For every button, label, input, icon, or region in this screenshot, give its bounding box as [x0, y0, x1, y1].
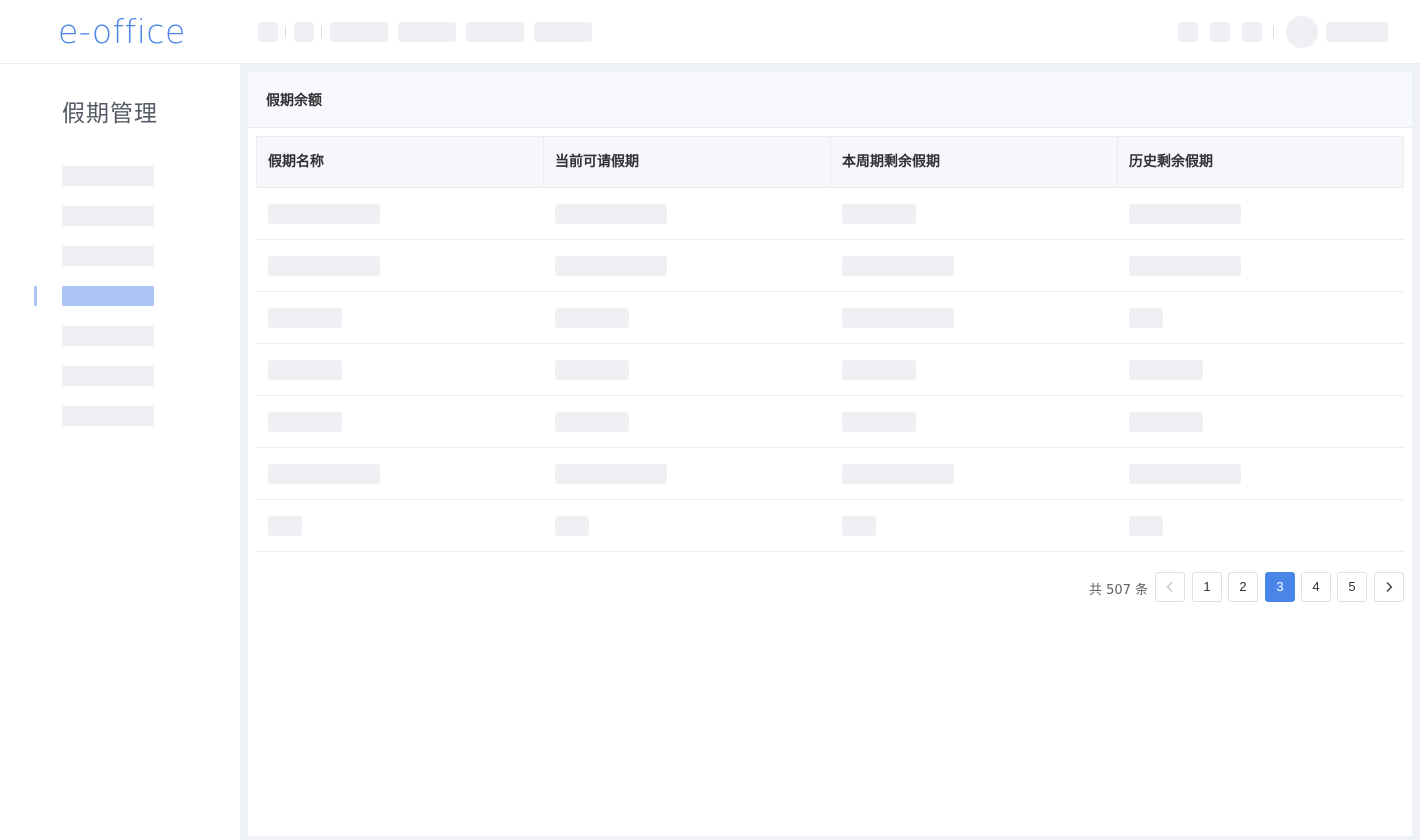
- table-row[interactable]: [256, 448, 1404, 500]
- top-header: e-office: [0, 0, 1420, 64]
- nav-tab-placeholder[interactable]: [398, 22, 456, 42]
- page-button-1[interactable]: 1: [1192, 572, 1222, 602]
- cell-placeholder: [555, 412, 629, 432]
- header-icon-placeholder[interactable]: [1178, 22, 1198, 42]
- page-button-3-current[interactable]: 3: [1265, 572, 1295, 602]
- cell-placeholder: [555, 464, 667, 484]
- chevron-right-icon: [1386, 582, 1393, 592]
- nav-tab-placeholder[interactable]: [330, 22, 388, 42]
- page-button-5[interactable]: 5: [1337, 572, 1367, 602]
- app-logo[interactable]: e-office: [58, 12, 186, 52]
- next-page-button[interactable]: [1374, 572, 1404, 602]
- cell-placeholder: [842, 360, 916, 380]
- cell-placeholder: [555, 256, 667, 276]
- nav-icon-placeholder[interactable]: [294, 22, 314, 42]
- sidebar-item-active[interactable]: [62, 286, 154, 306]
- leave-balance-table: 假期名称 当前可请假期 本周期剩余假期 历史剩余假期: [256, 136, 1404, 552]
- sidebar-active-marker: [34, 286, 37, 306]
- table-row[interactable]: [256, 292, 1404, 344]
- cell-placeholder: [268, 516, 302, 536]
- prev-page-button[interactable]: [1155, 572, 1185, 602]
- table-row[interactable]: [256, 240, 1404, 292]
- cell-placeholder: [842, 412, 916, 432]
- nav-icon-placeholder[interactable]: [258, 22, 278, 42]
- avatar[interactable]: [1286, 16, 1318, 48]
- header-divider: [1273, 26, 1274, 38]
- sidebar-item[interactable]: [62, 366, 154, 386]
- sidebar-item[interactable]: [62, 246, 154, 266]
- cell-placeholder: [1129, 256, 1241, 276]
- column-header-current-available[interactable]: 当前可请假期: [544, 137, 831, 187]
- cell-placeholder: [842, 256, 954, 276]
- nav-divider: [285, 26, 286, 38]
- header-icon-placeholder[interactable]: [1242, 22, 1262, 42]
- cell-placeholder: [555, 204, 667, 224]
- cell-placeholder: [268, 360, 342, 380]
- table-header: 假期名称 当前可请假期 本周期剩余假期 历史剩余假期: [256, 136, 1404, 188]
- cell-placeholder: [268, 256, 380, 276]
- cell-placeholder: [1129, 412, 1203, 432]
- table-row[interactable]: [256, 188, 1404, 240]
- nav-tab-placeholder[interactable]: [466, 22, 524, 42]
- cell-placeholder: [555, 360, 629, 380]
- sidebar-item[interactable]: [62, 406, 154, 426]
- nav-divider: [321, 26, 322, 38]
- page-button-4[interactable]: 4: [1301, 572, 1331, 602]
- header-icon-placeholder[interactable]: [1210, 22, 1230, 42]
- panel-title: 假期余额: [266, 93, 322, 109]
- table-row[interactable]: [256, 344, 1404, 396]
- username-placeholder[interactable]: [1326, 22, 1388, 42]
- pagination: 共 507 条 1 2 3 4 5: [248, 572, 1412, 602]
- cell-placeholder: [1129, 204, 1241, 224]
- column-header-leave-name[interactable]: 假期名称: [257, 137, 544, 187]
- cell-placeholder: [268, 204, 380, 224]
- cell-placeholder: [268, 412, 342, 432]
- cell-placeholder: [555, 308, 629, 328]
- chevron-left-icon: [1166, 582, 1173, 592]
- nav-tab-placeholder[interactable]: [534, 22, 592, 42]
- page-button-2[interactable]: 2: [1228, 572, 1258, 602]
- cell-placeholder: [1129, 360, 1203, 380]
- column-header-cycle-remaining[interactable]: 本周期剩余假期: [831, 137, 1118, 187]
- cell-placeholder: [842, 308, 954, 328]
- sidebar-item[interactable]: [62, 326, 154, 346]
- cell-placeholder: [842, 204, 916, 224]
- main-panel: 假期余额 假期名称 当前可请假期 本周期剩余假期 历史剩余假期 共 507 条 …: [248, 72, 1412, 836]
- sidebar-item[interactable]: [62, 206, 154, 226]
- table-row[interactable]: [256, 500, 1404, 552]
- cell-placeholder: [1129, 516, 1163, 536]
- sidebar-title: 假期管理: [62, 101, 158, 127]
- sidebar: 假期管理: [0, 64, 240, 840]
- cell-placeholder: [842, 464, 954, 484]
- panel-header: 假期余额: [248, 72, 1412, 128]
- total-count: 共 507 条: [1089, 583, 1149, 598]
- column-header-history-remaining[interactable]: 历史剩余假期: [1118, 137, 1404, 187]
- sidebar-item[interactable]: [62, 166, 154, 186]
- cell-placeholder: [842, 516, 876, 536]
- cell-placeholder: [268, 308, 342, 328]
- cell-placeholder: [555, 516, 589, 536]
- cell-placeholder: [1129, 308, 1163, 328]
- table-row[interactable]: [256, 396, 1404, 448]
- cell-placeholder: [268, 464, 380, 484]
- cell-placeholder: [1129, 464, 1241, 484]
